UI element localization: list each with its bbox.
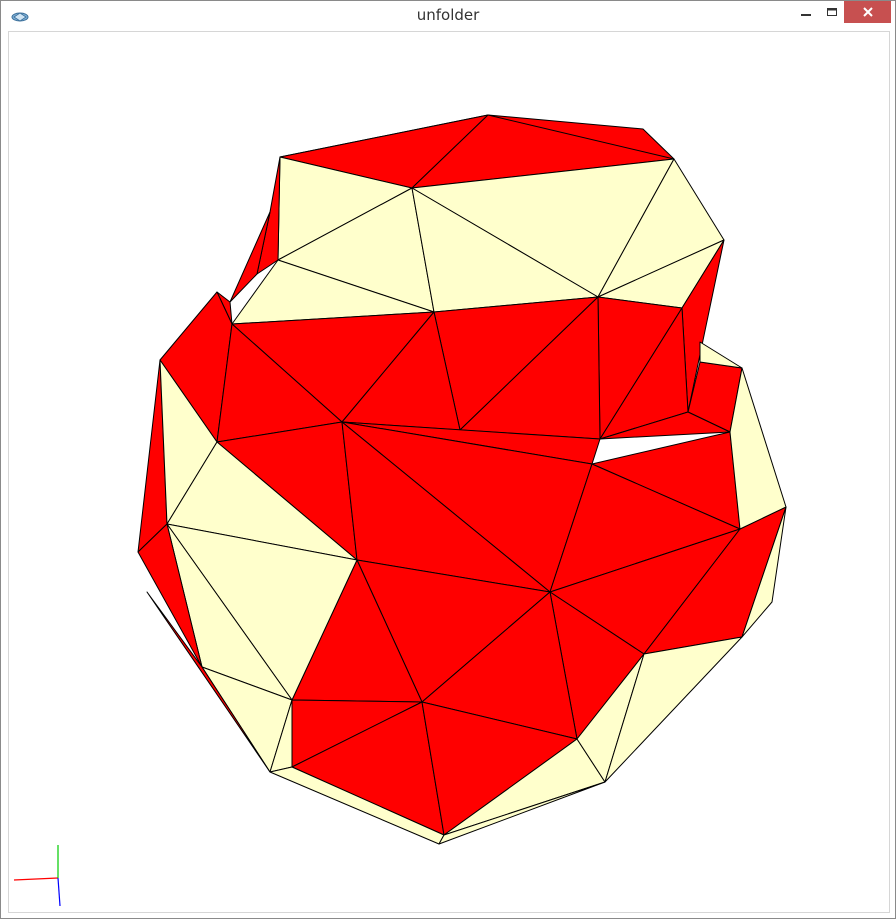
maximize-button[interactable] [817,1,847,23]
z-axis-line [57,877,61,907]
title-bar[interactable]: unfolder [1,1,895,31]
app-window: unfolder [0,0,896,919]
axes-gizmo [13,845,61,907]
mesh-face [729,367,787,530]
3d-viewport[interactable] [8,31,890,913]
close-icon [862,7,873,17]
window-title: unfolder [416,6,480,24]
close-button[interactable] [844,1,891,23]
unfolded-mesh [137,114,787,845]
maximize-icon [827,8,837,16]
x-axis-line [13,877,59,881]
minimize-icon [801,14,811,16]
